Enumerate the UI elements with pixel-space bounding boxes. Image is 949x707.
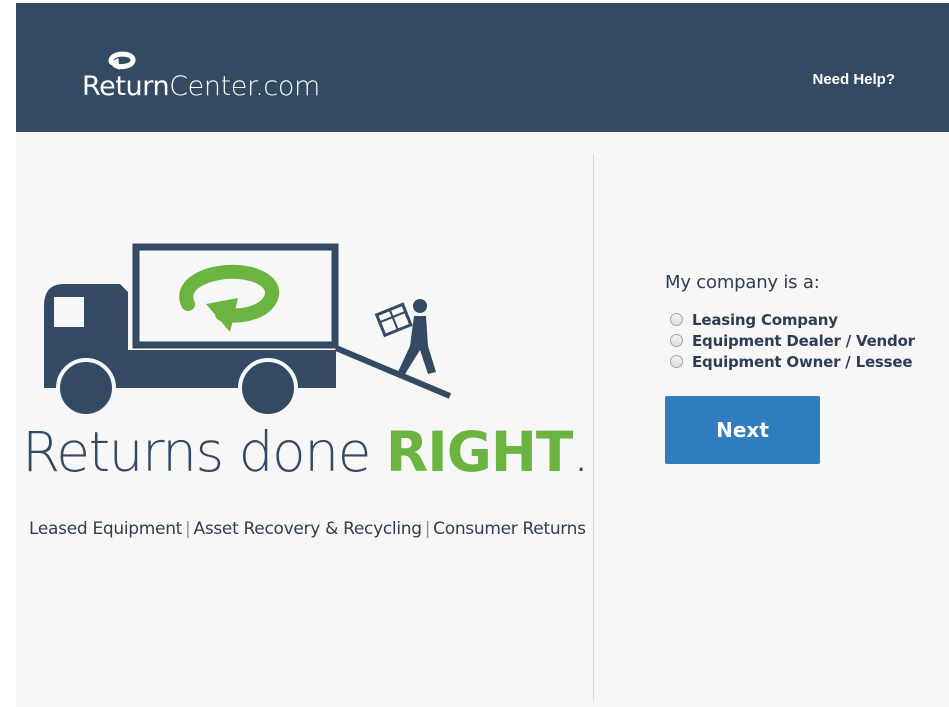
option-equipment-owner[interactable]: Equipment Owner / Lessee	[670, 351, 945, 372]
category-item: Asset Recovery & Recycling	[193, 519, 422, 539]
option-label: Equipment Dealer / Vendor	[692, 331, 915, 350]
need-help-link[interactable]: Need Help?	[812, 71, 895, 88]
recycle-arrow-icon	[179, 264, 279, 332]
radio-button[interactable]	[670, 313, 683, 326]
category-separator: |	[185, 519, 191, 539]
category-item: Leased Equipment	[29, 519, 183, 539]
site-header: ReturnCenter.com Need Help?	[16, 3, 949, 132]
site-logo[interactable]: ReturnCenter.com	[82, 43, 342, 113]
radio-button[interactable]	[670, 334, 683, 347]
option-leasing-company[interactable]: Leasing Company	[670, 309, 945, 330]
brand-name: ReturnCenter.com	[82, 71, 320, 102]
service-categories: Leased Equipment | Asset Recovery & Recycl…	[29, 519, 586, 539]
tagline-plain: Returns done	[22, 420, 386, 484]
option-label: Equipment Owner / Lessee	[692, 352, 913, 371]
column-divider	[593, 154, 594, 701]
company-type-form: My company is a: Leasing Company Equipme…	[665, 272, 945, 464]
option-equipment-dealer[interactable]: Equipment Dealer / Vendor	[670, 330, 945, 351]
category-item: Consumer Returns	[433, 519, 586, 539]
category-separator: |	[424, 519, 431, 539]
company-type-options: Leasing Company Equipment Dealer / Vendo…	[670, 309, 945, 372]
return-arrow-logo-icon	[108, 51, 136, 71]
option-label: Leasing Company	[692, 310, 838, 329]
brand-name-rest: Center.com	[169, 71, 320, 102]
worker-carrying-box-icon	[374, 299, 436, 376]
brand-name-bold: Return	[82, 71, 170, 102]
next-button[interactable]: Next	[665, 396, 820, 464]
tagline-highlight: RIGHT	[385, 420, 574, 484]
main-content: Returns done RIGHT. Leased Equipment | Ass…	[16, 132, 949, 707]
hero-tagline: Returns done RIGHT.	[22, 420, 590, 484]
form-title: My company is a:	[665, 272, 820, 293]
tagline-period: .	[572, 420, 589, 484]
radio-button[interactable]	[670, 355, 683, 368]
delivery-truck-illustration	[44, 243, 452, 417]
